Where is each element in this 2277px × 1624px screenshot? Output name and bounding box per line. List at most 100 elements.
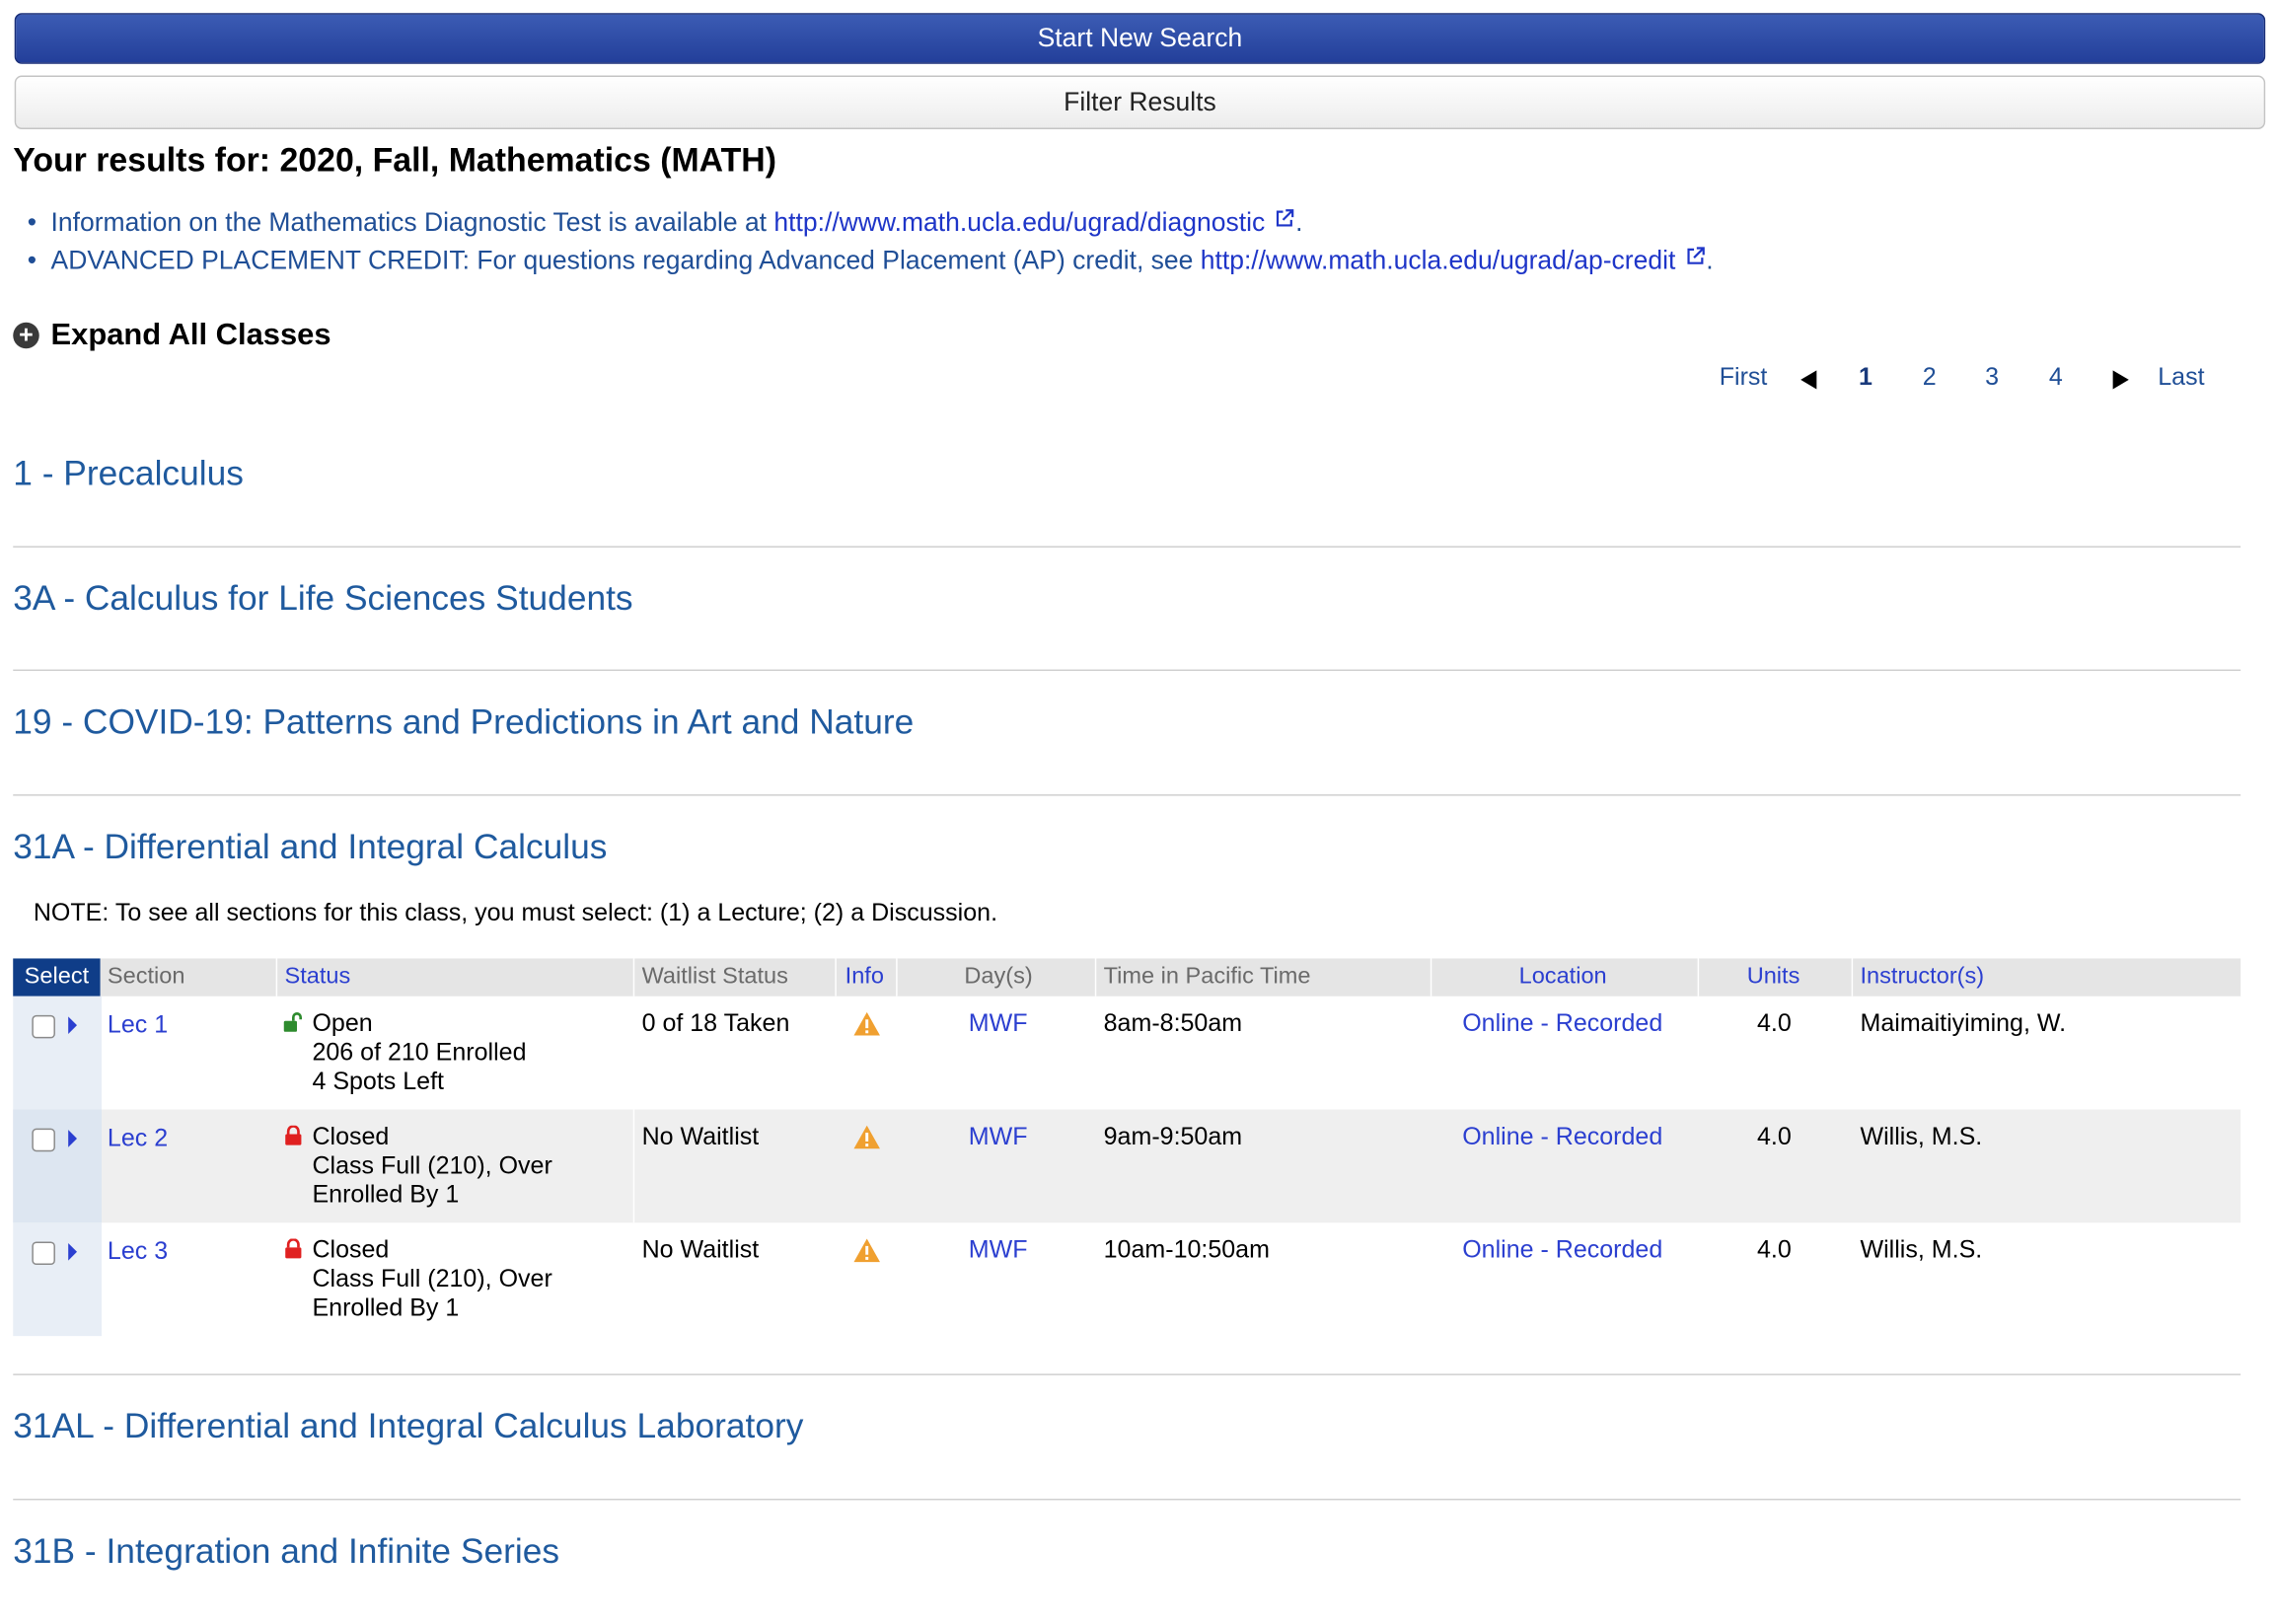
status-text: Open (312, 1008, 373, 1037)
course-title[interactable]: 31A - Differential and Integral Calculus (13, 828, 607, 868)
instructor-text: Willis, M.S. (1860, 1122, 1983, 1150)
section-checkbox[interactable] (32, 1128, 55, 1152)
col-status[interactable]: Status (284, 958, 350, 996)
status-detail: Enrolled By 1 (312, 1293, 460, 1322)
section-link[interactable]: Lec 1 (108, 1010, 168, 1039)
expand-row-icon[interactable] (68, 1016, 78, 1034)
table-row: Lec 3 Closed Class Full (210), Over Enro… (13, 1222, 2240, 1337)
section-note: NOTE: To see all sections for this class… (33, 899, 998, 927)
filter-results-button[interactable]: Filter Results (14, 75, 2266, 129)
status-text: Closed (312, 1235, 390, 1264)
expand-row-icon[interactable] (68, 1130, 78, 1147)
external-link-icon (1277, 209, 1294, 227)
course-title[interactable]: 19 - COVID-19: Patterns and Predictions … (13, 702, 914, 743)
expand-all-classes[interactable]: + Expand All Classes (13, 318, 331, 352)
table-row: Lec 1 Open 206 of 210 Enrolled 4 Spots L… (13, 996, 2240, 1110)
time-text: 10am-10:50am (1103, 1235, 1270, 1264)
table-row: Lec 2 Closed Class Full (210), Over Enro… (13, 1109, 2241, 1223)
info-item-diagnostic: • Information on the Mathematics Diagnost… (13, 205, 1713, 243)
units-text: 4.0 (1756, 1122, 1792, 1150)
course-title[interactable]: 3A - Calculus for Life Sciences Students (13, 579, 632, 620)
ap-credit-link[interactable]: http://www.math.ucla.edu/ugrad/ap-credit (1201, 246, 1676, 274)
pager-page-4[interactable]: 4 (2049, 363, 2063, 392)
diagnostic-link[interactable]: http://www.math.ucla.edu/ugrad/diagnosti… (773, 207, 1265, 236)
col-section[interactable]: Section (108, 958, 185, 996)
table-header: Select Section Status Waitlist Status In… (13, 958, 2241, 997)
col-waitlist[interactable]: Waitlist Status (642, 958, 788, 996)
instructor-text: Willis, M.S. (1860, 1235, 1983, 1264)
pager-page-2[interactable]: 2 (1923, 363, 1937, 392)
bullet: • (27, 207, 37, 237)
divider (13, 546, 2241, 548)
section-link[interactable]: Lec 3 (108, 1237, 168, 1266)
info-suffix: . (1706, 245, 1714, 275)
section-checkbox[interactable] (32, 1014, 55, 1039)
pager-page-1[interactable]: 1 (1859, 363, 1873, 392)
select-cell (13, 1109, 103, 1223)
section-checkbox[interactable] (32, 1241, 55, 1266)
info-text: Information on the Mathematics Diagnosti… (50, 207, 774, 237)
pagination: First 1 2 3 4 Last (0, 363, 2277, 395)
pager-first[interactable]: First (1720, 363, 1768, 392)
col-days[interactable]: Day(s) (964, 958, 1032, 996)
results-title: Your results for: 2020, Fall, Mathematic… (13, 140, 777, 180)
units-text: 4.0 (1756, 1235, 1792, 1264)
warning-icon[interactable] (852, 1124, 881, 1149)
status-text: Closed (312, 1122, 390, 1150)
location-link[interactable]: Online - Recorded (1462, 1236, 1662, 1265)
pager-next-icon[interactable] (2111, 369, 2130, 398)
divider (13, 669, 2241, 672)
course-title[interactable]: 31B - Integration and Infinite Series (13, 1532, 559, 1573)
pager-page-3[interactable]: 3 (1985, 363, 1999, 392)
locked-icon (285, 1125, 302, 1145)
info-item-ap-credit: • ADVANCED PLACEMENT CREDIT: For question… (13, 243, 1714, 280)
info-text: ADVANCED PLACEMENT CREDIT: For questions… (50, 245, 1201, 275)
location-link[interactable]: Online - Recorded (1462, 1123, 1662, 1151)
time-text: 8am-8:50am (1103, 1008, 1243, 1037)
location-link[interactable]: Online - Recorded (1462, 1009, 1662, 1038)
unlocked-icon (283, 1012, 303, 1032)
col-select: Select (13, 958, 101, 997)
section-link[interactable]: Lec 2 (108, 1124, 168, 1152)
external-link-icon (1687, 247, 1705, 264)
status-detail: Enrolled By 1 (312, 1180, 460, 1209)
select-cell (13, 996, 103, 1110)
col-location[interactable]: Location (1519, 958, 1607, 996)
days-link[interactable]: MWF (969, 1009, 1028, 1038)
select-cell (13, 1222, 103, 1337)
status-detail: 206 of 210 Enrolled (312, 1038, 527, 1067)
info-suffix: . (1295, 207, 1303, 237)
warning-icon[interactable] (852, 1010, 881, 1036)
col-instructors[interactable]: Instructor(s) (1861, 958, 1985, 996)
info-list: • Information on the Mathematics Diagnost… (13, 205, 1714, 281)
units-text: 4.0 (1756, 1008, 1792, 1037)
col-time[interactable]: Time in Pacific Time (1104, 958, 1311, 996)
bullet: • (27, 245, 37, 275)
instructor-text: Maimaitiyiming, W. (1860, 1008, 2067, 1037)
locked-icon (285, 1238, 302, 1259)
divider (13, 794, 2241, 796)
expand-row-icon[interactable] (68, 1242, 78, 1261)
days-link[interactable]: MWF (969, 1123, 1028, 1151)
warning-icon[interactable] (852, 1237, 881, 1263)
app-root: Start New Search Filter Results Your res… (0, 0, 2277, 1597)
col-units[interactable]: Units (1747, 958, 1800, 996)
waitlist-status: No Waitlist (641, 1122, 760, 1150)
status-detail: Class Full (210), Over (312, 1151, 552, 1180)
waitlist-status: No Waitlist (641, 1235, 760, 1264)
pager-last[interactable]: Last (2158, 363, 2204, 392)
status-detail: Class Full (210), Over (312, 1265, 552, 1292)
course-title[interactable]: 31AL - Differential and Integral Calculu… (13, 1407, 803, 1447)
plus-circle-icon: + (13, 322, 39, 349)
days-link[interactable]: MWF (969, 1236, 1028, 1265)
status-detail: 4 Spots Left (312, 1067, 445, 1095)
pager-prev-icon[interactable] (1800, 369, 1818, 398)
col-info[interactable]: Info (845, 958, 884, 996)
waitlist-status: 0 of 18 Taken (641, 1008, 790, 1037)
expand-all-label: Expand All Classes (50, 318, 331, 352)
divider (13, 1373, 2241, 1375)
time-text: 9am-9:50am (1103, 1122, 1243, 1150)
divider (13, 1499, 2241, 1501)
start-new-search-button[interactable]: Start New Search (14, 13, 2266, 64)
course-title[interactable]: 1 - Precalculus (13, 455, 244, 495)
